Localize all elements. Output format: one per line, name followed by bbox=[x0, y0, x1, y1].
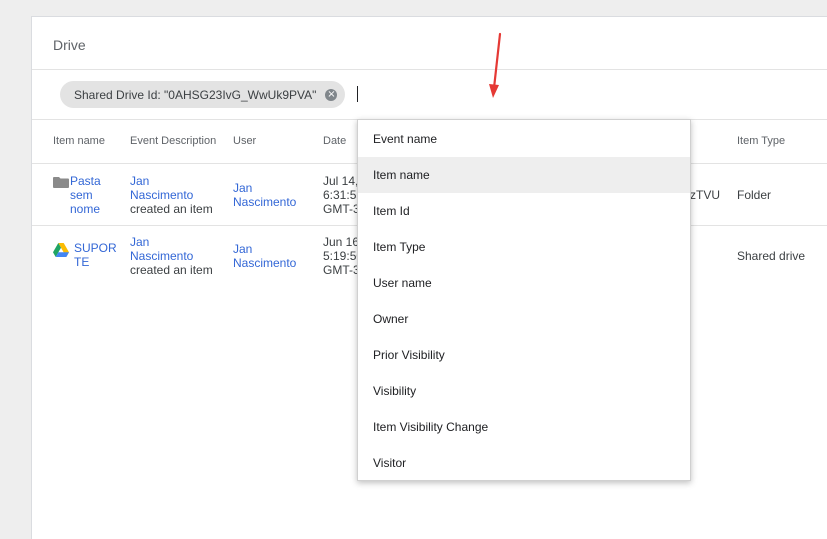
table-row-item-type: Shared drive bbox=[737, 249, 806, 263]
menu-item-user-name[interactable]: User name bbox=[358, 265, 690, 301]
menu-item-visibility[interactable]: Visibility bbox=[358, 373, 690, 409]
table-row-user[interactable]: Jan Nascimento bbox=[233, 242, 296, 270]
table-row-user[interactable]: Jan Nascimento bbox=[233, 181, 296, 209]
close-icon[interactable]: × bbox=[325, 88, 338, 101]
menu-item-item-id[interactable]: Item Id bbox=[358, 193, 690, 229]
filter-field-dropdown: Event name Item name Item Id Item Type U… bbox=[357, 119, 691, 481]
menu-item-item-visibility-change[interactable]: Item Visibility Change bbox=[358, 409, 690, 445]
google-drive-icon bbox=[53, 243, 69, 257]
filter-chip[interactable]: Shared Drive Id: "0AHSG23IvG_WwUk9PVA" × bbox=[60, 81, 346, 108]
table-row-item-id: zTVU bbox=[690, 188, 720, 202]
table-row-event-description: Jan Nascimento created an item bbox=[130, 235, 213, 277]
title-divider bbox=[32, 69, 827, 70]
menu-item-event-name[interactable]: Event name bbox=[358, 121, 690, 157]
menu-item-item-type[interactable]: Item Type bbox=[358, 229, 690, 265]
column-header-date[interactable]: Date bbox=[323, 135, 346, 147]
menu-item-prior-visibility[interactable]: Prior Visibility bbox=[358, 337, 690, 373]
table-row-item-type: Folder bbox=[737, 188, 772, 202]
column-header-event-description[interactable]: Event Description bbox=[130, 135, 216, 147]
table-row-item-name[interactable]: Pasta sem nome bbox=[70, 174, 101, 216]
menu-item-item-name[interactable]: Item name bbox=[358, 157, 690, 193]
menu-item-owner[interactable]: Owner bbox=[358, 301, 690, 337]
folder-icon bbox=[53, 177, 69, 188]
table-row-item-name[interactable]: SUPOR TE bbox=[74, 241, 117, 269]
table-row-event-description: Jan Nascimento created an item bbox=[130, 174, 213, 216]
column-header-user[interactable]: User bbox=[233, 135, 256, 147]
card-title: Drive bbox=[53, 37, 86, 53]
annotation-arrow-icon bbox=[489, 32, 502, 98]
menu-item-visitor[interactable]: Visitor bbox=[358, 445, 690, 481]
column-header-item-name[interactable]: Item name bbox=[53, 135, 105, 147]
text-cursor bbox=[357, 86, 358, 102]
column-header-item-type[interactable]: Item Type bbox=[737, 135, 785, 147]
filter-chip-label: Shared Drive Id: "0AHSG23IvG_WwUk9PVA" bbox=[74, 87, 317, 102]
